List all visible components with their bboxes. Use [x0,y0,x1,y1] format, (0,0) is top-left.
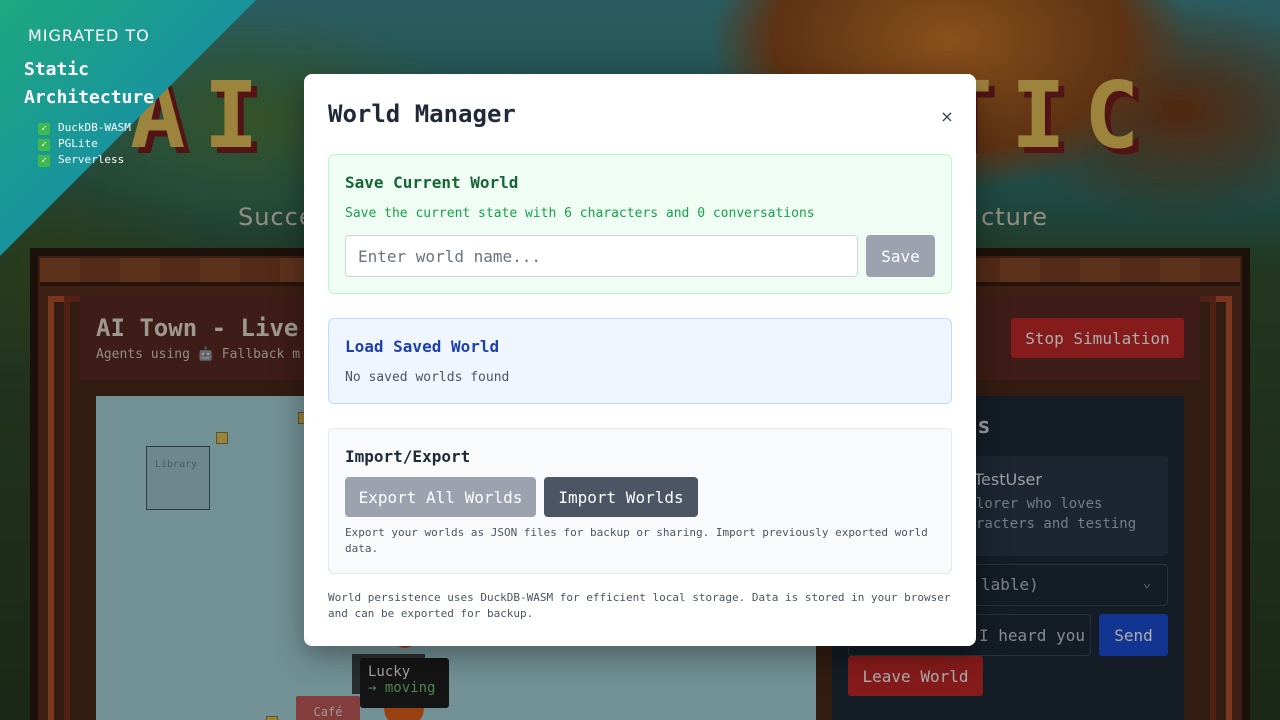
check-icon: ✓ [38,123,50,135]
world-name-input[interactable] [345,235,858,277]
ribbon-feature: ✓ PGLite [38,136,131,152]
ribbon-headline-line-1: Static [24,59,90,80]
no-saved-worlds-text: No saved worlds found [345,370,510,385]
ribbon-feature-list: ✓ DuckDB-WASM ✓ PGLite ✓ Serverless [38,120,131,168]
ribbon-headline-line-2: Architecture [24,87,155,108]
import-export-section: Import/Export Export All Worlds Import W… [328,428,952,574]
ribbon-headline: Static Architecture [24,56,154,112]
modal-title: World Manager [328,100,516,128]
world-manager-modal: World Manager × Save Current World Save … [304,74,976,646]
save-button[interactable]: Save [866,235,935,277]
check-icon: ✓ [38,155,50,167]
ribbon-feature: ✓ DuckDB-WASM [38,120,131,136]
ribbon-feature: ✓ Serverless [38,152,131,168]
ribbon-label: MIGRATED TO [28,26,150,45]
import-worlds-button[interactable]: Import Worlds [544,477,698,517]
export-all-worlds-button[interactable]: Export All Worlds [345,477,536,517]
save-section-title: Save Current World [345,173,519,192]
close-icon[interactable]: × [938,106,956,126]
save-section-description: Save the current state with 6 characters… [345,206,815,221]
persistence-footnote: World persistence uses DuckDB-WASM for e… [328,591,951,620]
load-section-title: Load Saved World [345,337,500,356]
save-world-section: Save Current World Save the current stat… [328,154,952,294]
check-icon: ✓ [38,139,50,151]
import-export-title: Import/Export [345,447,471,466]
load-world-section: Load Saved World No saved worlds found [328,318,952,404]
import-export-description: Export your worlds as JSON files for bac… [345,526,928,555]
